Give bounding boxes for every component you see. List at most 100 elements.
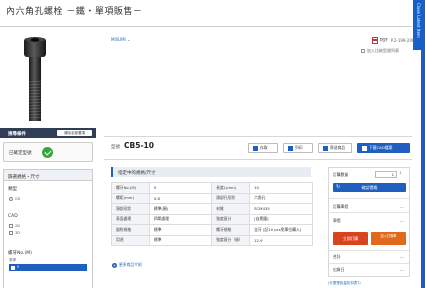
spec-key: 螺牙No.(M) [111, 182, 150, 194]
stepper-icon[interactable]: ⇕ [399, 171, 402, 175]
checkbox-icon [11, 265, 15, 270]
spec-key: 頭部孔形狀 [211, 192, 251, 204]
download-icon [362, 145, 367, 151]
table-row: 頭部形狀 標準(圓) 材質 SCM435 [111, 203, 313, 215]
plus-icon: + [112, 262, 117, 268]
save-button[interactable]: 存取 [248, 143, 278, 153]
size-section-title: 螺牙No.(M) [8, 251, 32, 256]
table-row: 螺牙No.(M) 5 長度L(mm) 10 [111, 182, 313, 194]
page-title: 內六角孔螺栓 －鐵・單項販售－ [6, 7, 143, 17]
brand-link[interactable]: MISUMI ⌄ [111, 37, 130, 42]
spec-value: 標準 [148, 224, 213, 236]
search-condition-header: 搜尋條件 清除全部選項 [0, 128, 96, 138]
order-panel: 訂購數量 1 ⇕ ↻ 確認價格 訂購單價 --- 單價 --- 立即訂購 加入訂… [328, 167, 410, 277]
spec-value: 四氧處理 [148, 213, 213, 225]
order-row-label: 出貨日 [333, 267, 345, 272]
model-label: 型號 [111, 145, 120, 150]
spec-section-title: 指定中的規格/尺寸 [118, 170, 156, 176]
search-condition-title: 搜尋條件 [8, 131, 26, 137]
share-button-label: 寄送商品 [330, 145, 346, 150]
pdf-link[interactable]: PDF P.2-199-200 [372, 37, 415, 44]
cad-section-title: CAD [8, 214, 18, 219]
spec-value: 5 [148, 182, 213, 194]
spec-value: 10 [249, 182, 313, 194]
latest-item-tab-label: Close Latest Item [416, 3, 421, 38]
filter-header: 篩選規格・尺寸 [3, 169, 93, 181]
side-panel-bar [421, 50, 425, 288]
divider [104, 136, 412, 137]
spec-section-header: 指定中的規格/尺寸 [111, 167, 311, 177]
print-button-label: 列印 [295, 145, 303, 150]
check-icon [42, 147, 53, 158]
spec-value: 12.9 [249, 234, 313, 246]
spec-value: 標準(圓) [148, 203, 213, 215]
checkbox-icon [361, 49, 365, 53]
more-info-link[interactable]: + 更多商品介紹 [112, 262, 142, 268]
spec-key: 鎖附規格 [111, 224, 150, 236]
print-icon [288, 145, 293, 151]
spec-key: 長度L(mm) [211, 182, 251, 194]
filter-header-label: 篩選規格・尺寸 [8, 174, 40, 180]
spec-value: SCM435 [249, 203, 313, 215]
product-image [24, 37, 46, 121]
size-hint: 選擇 [9, 258, 16, 262]
type-option-cb[interactable]: CB [9, 197, 20, 201]
cad-option-3d[interactable]: 3D [9, 231, 20, 235]
table-row: 用途 標準 強度區分（級） 12.9 [111, 234, 313, 246]
size-option-selected[interactable]: 5 [9, 264, 87, 271]
compare-checkbox[interactable]: 加入比較型號列表 [361, 48, 399, 54]
confirmed-model-box: 已確定型號 [3, 142, 93, 162]
spec-value: 六角孔 [249, 192, 313, 204]
order-row-value: --- [399, 204, 404, 209]
cad-option-2d[interactable]: 2D [9, 224, 20, 228]
spec-key: 強度區分 [211, 213, 251, 225]
radio-icon [9, 197, 13, 201]
spec-key: 材質 [211, 203, 251, 215]
share-button[interactable]: 寄送商品 [318, 143, 352, 153]
order-row-value: --- [399, 254, 404, 259]
size-option-label: 5 [17, 265, 20, 269]
qty-label: 訂購數量 [333, 172, 349, 177]
order-row-value: --- [399, 218, 404, 223]
refresh-icon: ↻ [336, 184, 341, 190]
save-icon [253, 145, 258, 151]
spec-key: 螺距(mm) [111, 192, 150, 204]
type-section-title: 類型 [8, 187, 17, 192]
divider [329, 263, 409, 264]
clear-all-button[interactable]: 清除全部選項 [57, 130, 92, 136]
divider [329, 212, 409, 213]
divider [104, 159, 412, 160]
table-row: 螺距(mm) 0.8 頭部孔形狀 六角孔 [111, 192, 313, 204]
checkbox-icon [9, 231, 13, 235]
model-number: CB5-10 [124, 141, 154, 150]
spec-key: 用途 [111, 234, 150, 246]
pdf-page: P.2-199-200 [390, 37, 415, 43]
quantity-input[interactable]: 1 [375, 171, 397, 178]
buy-now-button[interactable]: 立即訂購 [333, 232, 368, 245]
mail-icon [323, 145, 328, 151]
brand-label: MISUMI [111, 37, 126, 42]
spec-value: 0.8 [148, 192, 213, 204]
download-cad-label: 下載CAD檔案 [369, 145, 393, 150]
add-to-cart-button[interactable]: 加入訂購車 [371, 232, 406, 245]
discount-table-link[interactable]: (什麼是批量折扣表?) [328, 281, 361, 286]
order-row-value: --- [399, 267, 404, 272]
confirm-price-button[interactable]: ↻ 確認價格 [333, 183, 406, 192]
confirmed-model-label: 已確定型號 [9, 151, 32, 156]
spec-value: 標準 [148, 234, 213, 246]
save-button-label: 存取 [260, 145, 268, 150]
print-button[interactable]: 列印 [283, 143, 313, 153]
more-info-label: 更多商品介紹 [119, 262, 142, 267]
divider [329, 198, 409, 199]
type-option-label: CB [15, 197, 20, 201]
spec-key: 螺牙規格 [211, 224, 251, 236]
spec-key: 表面處理 [111, 213, 150, 225]
cad-option-label: 3D [15, 231, 20, 235]
order-row-label: 訂購單價 [333, 204, 349, 209]
pdf-icon [372, 37, 378, 44]
download-cad-button[interactable]: 下載CAD檔案 [357, 143, 410, 153]
order-row-label: 單價 [333, 218, 341, 223]
spec-key: 強度區分（級） [211, 234, 251, 246]
order-row-label: 合計 [333, 254, 341, 259]
table-row: 鎖附規格 標準 螺牙規格 全牙 (記10 pcs免單位購入) [111, 224, 313, 236]
